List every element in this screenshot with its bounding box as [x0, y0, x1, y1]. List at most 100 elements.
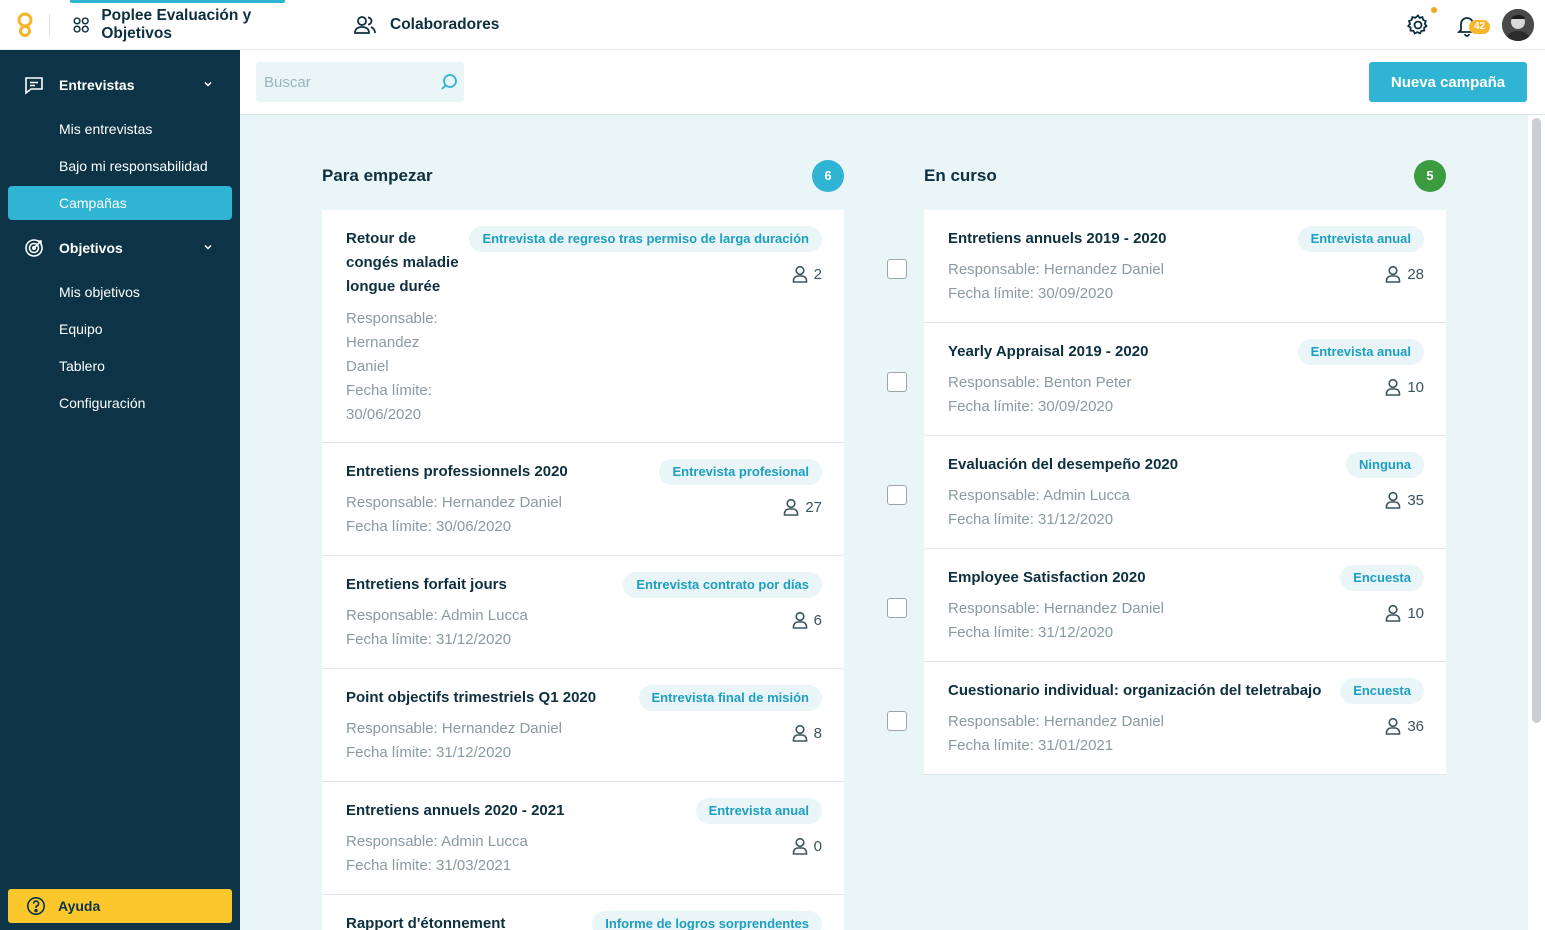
notification-count-badge: 42 — [1469, 20, 1490, 34]
help-icon — [27, 897, 45, 915]
campaign-deadline: Fecha límite: 31/03/2021 — [346, 857, 512, 874]
section-label: Entrevistas — [59, 77, 135, 93]
campaign-card[interactable]: Entretiens annuels 2019 - 2020 Entrevist… — [924, 210, 1446, 323]
campaign-card[interactable]: Employee Satisfaction 2020 Encuesta Resp… — [924, 549, 1446, 662]
column-title-para-empezar: Para empezar — [322, 166, 433, 185]
user-avatar[interactable] — [1502, 9, 1534, 41]
campaign-type-tag: Encuesta — [1340, 678, 1424, 704]
participants-count: 35 — [1385, 491, 1424, 509]
gear-icon[interactable] — [1406, 13, 1430, 37]
campaign-title: Employee Satisfaction 2020 — [948, 569, 1146, 586]
campaign-responsable: Responsable: Hernandez Daniel — [948, 713, 1164, 730]
participants-count: 2 — [792, 265, 822, 283]
sidebar-item-mis-entrevistas[interactable]: Mis entrevistas — [8, 112, 232, 146]
campaign-responsable: Responsable: Admin Lucca — [948, 487, 1130, 504]
person-icon — [792, 724, 807, 742]
campaign-deadline: Fecha límite: 31/01/2021 — [948, 737, 1114, 754]
campaign-card[interactable]: Rapport d'étonnement Informe de logros s… — [322, 895, 844, 930]
person-icon — [792, 837, 807, 855]
campaign-deadline: Fecha límite: 30/09/2020 — [948, 285, 1114, 302]
campaign-title: Entretiens forfait jours — [346, 576, 507, 593]
active-tab-indicator — [70, 0, 285, 3]
campaign-title: Cuestionario individual: organización de… — [948, 682, 1322, 699]
top-bar: Poplee Evaluación y Objetivos Colaborado… — [0, 0, 1545, 50]
participants-number: 10 — [1407, 378, 1424, 396]
new-campaign-button[interactable]: Nueva campaña — [1369, 62, 1527, 102]
campaign-type-tag: Entrevista profesional — [659, 459, 822, 485]
campaign-card[interactable]: Evaluación del desempeño 2020 Ninguna Re… — [924, 436, 1446, 549]
section-label: Objetivos — [59, 240, 123, 256]
participants-number: 35 — [1407, 491, 1424, 509]
poplee-logo-icon[interactable] — [14, 12, 36, 38]
campaign-type-tag: Entrevista anual — [1297, 226, 1424, 252]
grid-icon — [73, 17, 89, 33]
participants-number: 6 — [813, 611, 822, 629]
sidebar-item-configuracion[interactable]: Configuración — [8, 386, 232, 420]
sidebar-item-campanas[interactable]: Campañas — [8, 186, 232, 220]
participants-number: 36 — [1407, 717, 1424, 735]
campaign-checkbox[interactable] — [887, 485, 907, 505]
target-icon — [25, 239, 43, 257]
campaign-deadline: Fecha límite: 31/12/2020 — [346, 744, 512, 761]
campaign-card[interactable]: Entretiens professionnels 2020 Entrevist… — [322, 443, 844, 556]
campaign-type-tag: Entrevista anual — [695, 798, 822, 824]
campaign-deadline: Fecha límite: 31/12/2020 — [346, 631, 512, 648]
person-icon — [1386, 378, 1401, 396]
participants-number: 8 — [813, 724, 822, 742]
sidebar-section-entrevistas[interactable]: Entrevistas — [24, 73, 220, 97]
campaign-checkbox[interactable] — [887, 711, 907, 731]
campaign-responsable: Responsable: Hernandez Daniel — [948, 261, 1164, 278]
campaign-title: Yearly Appraisal 2019 - 2020 — [948, 343, 1149, 360]
campaign-type-tag: Ninguna — [1346, 452, 1424, 478]
person-icon — [792, 611, 807, 629]
campaign-card[interactable]: Entretiens annuels 2020 - 2021 Entrevist… — [322, 782, 844, 895]
campaign-responsable: Responsable: Hernandez Daniel — [346, 310, 438, 375]
campaign-title: Retour de congés maladie longue durée — [346, 230, 459, 295]
chat-icon — [25, 77, 43, 95]
users-icon — [354, 16, 376, 34]
scrollbar-thumb[interactable] — [1532, 118, 1541, 723]
help-button[interactable]: Ayuda — [8, 889, 232, 923]
participants-count: 27 — [783, 498, 822, 516]
campaign-deadline: Fecha límite: 31/12/2020 — [948, 624, 1114, 641]
campaign-card[interactable]: Retour de congés maladie longue durée En… — [322, 210, 844, 443]
campaign-checkbox[interactable] — [887, 598, 907, 618]
participants-number: 28 — [1407, 265, 1424, 283]
campaign-card[interactable]: Cuestionario individual: organización de… — [924, 662, 1446, 775]
campaign-card[interactable]: Yearly Appraisal 2019 - 2020 Entrevista … — [924, 323, 1446, 436]
participants-count: 10 — [1385, 604, 1424, 622]
sidebar-item-mis-objetivos[interactable]: Mis objetivos — [8, 275, 232, 309]
campaign-title: Entretiens annuels 2019 - 2020 — [948, 230, 1167, 247]
campaign-type-tag: Entrevista final de misión — [638, 685, 822, 711]
person-icon — [1386, 717, 1401, 735]
sidebar-item-tablero[interactable]: Tablero — [8, 349, 232, 383]
campaign-type-tag: Informe de logros sorprendentes — [592, 911, 822, 930]
campaign-card[interactable]: Entretiens forfait jours Entrevista cont… — [322, 556, 844, 669]
sidebar-item-bajo-mi-responsabilidad[interactable]: Bajo mi responsabilidad — [8, 149, 232, 183]
campaign-card[interactable]: Point objectifs trimestriels Q1 2020 Ent… — [322, 669, 844, 782]
sidebar-section-objetivos[interactable]: Objetivos — [24, 236, 220, 260]
column-title-en-curso: En curso — [924, 166, 997, 185]
person-icon — [784, 498, 799, 516]
participants-number: 10 — [1407, 604, 1424, 622]
search-icon[interactable] — [440, 73, 458, 91]
campaign-checkbox[interactable] — [887, 372, 907, 392]
campaign-type-tag: Entrevista de regreso tras permiso de la… — [469, 226, 822, 252]
campaign-title: Rapport d'étonnement — [346, 915, 506, 930]
campaign-deadline: Fecha límite: 31/12/2020 — [948, 511, 1114, 528]
chevron-down-icon — [204, 244, 212, 250]
sidebar-item-equipo[interactable]: Equipo — [8, 312, 232, 346]
person-icon — [1386, 491, 1401, 509]
campaign-responsable: Responsable: Hernandez Daniel — [346, 720, 562, 737]
app-title: Poplee Evaluación y Objetivos — [101, 7, 252, 42]
participants-count: 6 — [792, 611, 822, 629]
campaign-responsable: Responsable: Admin Lucca — [346, 607, 528, 624]
campaign-type-tag: Entrevista contrato por días — [623, 572, 822, 598]
tab-colaboradores[interactable]: Colaboradores — [354, 0, 499, 50]
campaign-checkbox[interactable] — [887, 259, 907, 279]
tab-evaluacion-objetivos[interactable]: Poplee Evaluación y Objetivos — [70, 0, 285, 50]
participants-count: 36 — [1385, 717, 1424, 735]
search-input[interactable] — [256, 62, 464, 102]
column-count-badge: 6 — [812, 160, 844, 192]
campaign-responsable: Responsable: Benton Peter — [948, 374, 1132, 391]
